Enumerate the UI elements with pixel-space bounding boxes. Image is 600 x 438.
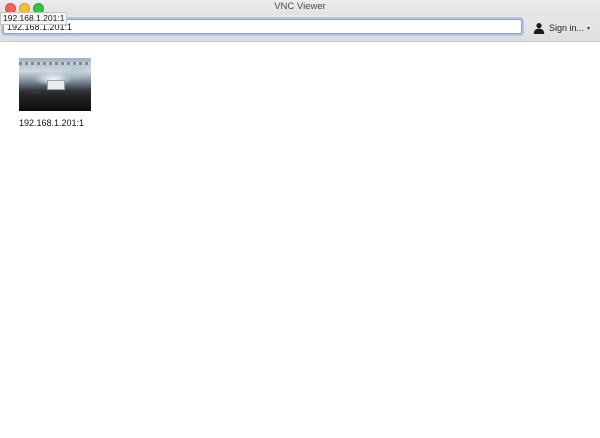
connection-thumbnail[interactable] <box>19 58 91 111</box>
connections-area: 192.168.1.201:1 <box>0 42 600 438</box>
address-input[interactable] <box>3 19 522 34</box>
vnc-viewer-window: VNC Viewer 192.168.1.201:1 Sign in... ▾ … <box>0 0 600 438</box>
title-bar: VNC Viewer <box>0 0 600 15</box>
user-avatar-icon <box>533 23 545 34</box>
thumbnail-dialog <box>47 80 65 90</box>
connection-label: 192.168.1.201:1 <box>19 118 85 128</box>
sign-in-button[interactable]: Sign in... ▾ <box>533 20 590 36</box>
chevron-down-icon: ▾ <box>587 25 591 32</box>
sign-in-label: Sign in... <box>549 23 585 33</box>
window-title: VNC Viewer <box>274 1 326 12</box>
thumbnail-ground <box>19 93 91 111</box>
thumbnail-haze <box>59 63 91 81</box>
address-tooltip: 192.168.1.201:1 <box>0 12 68 25</box>
connection-tile[interactable]: 192.168.1.201:1 <box>19 58 93 128</box>
